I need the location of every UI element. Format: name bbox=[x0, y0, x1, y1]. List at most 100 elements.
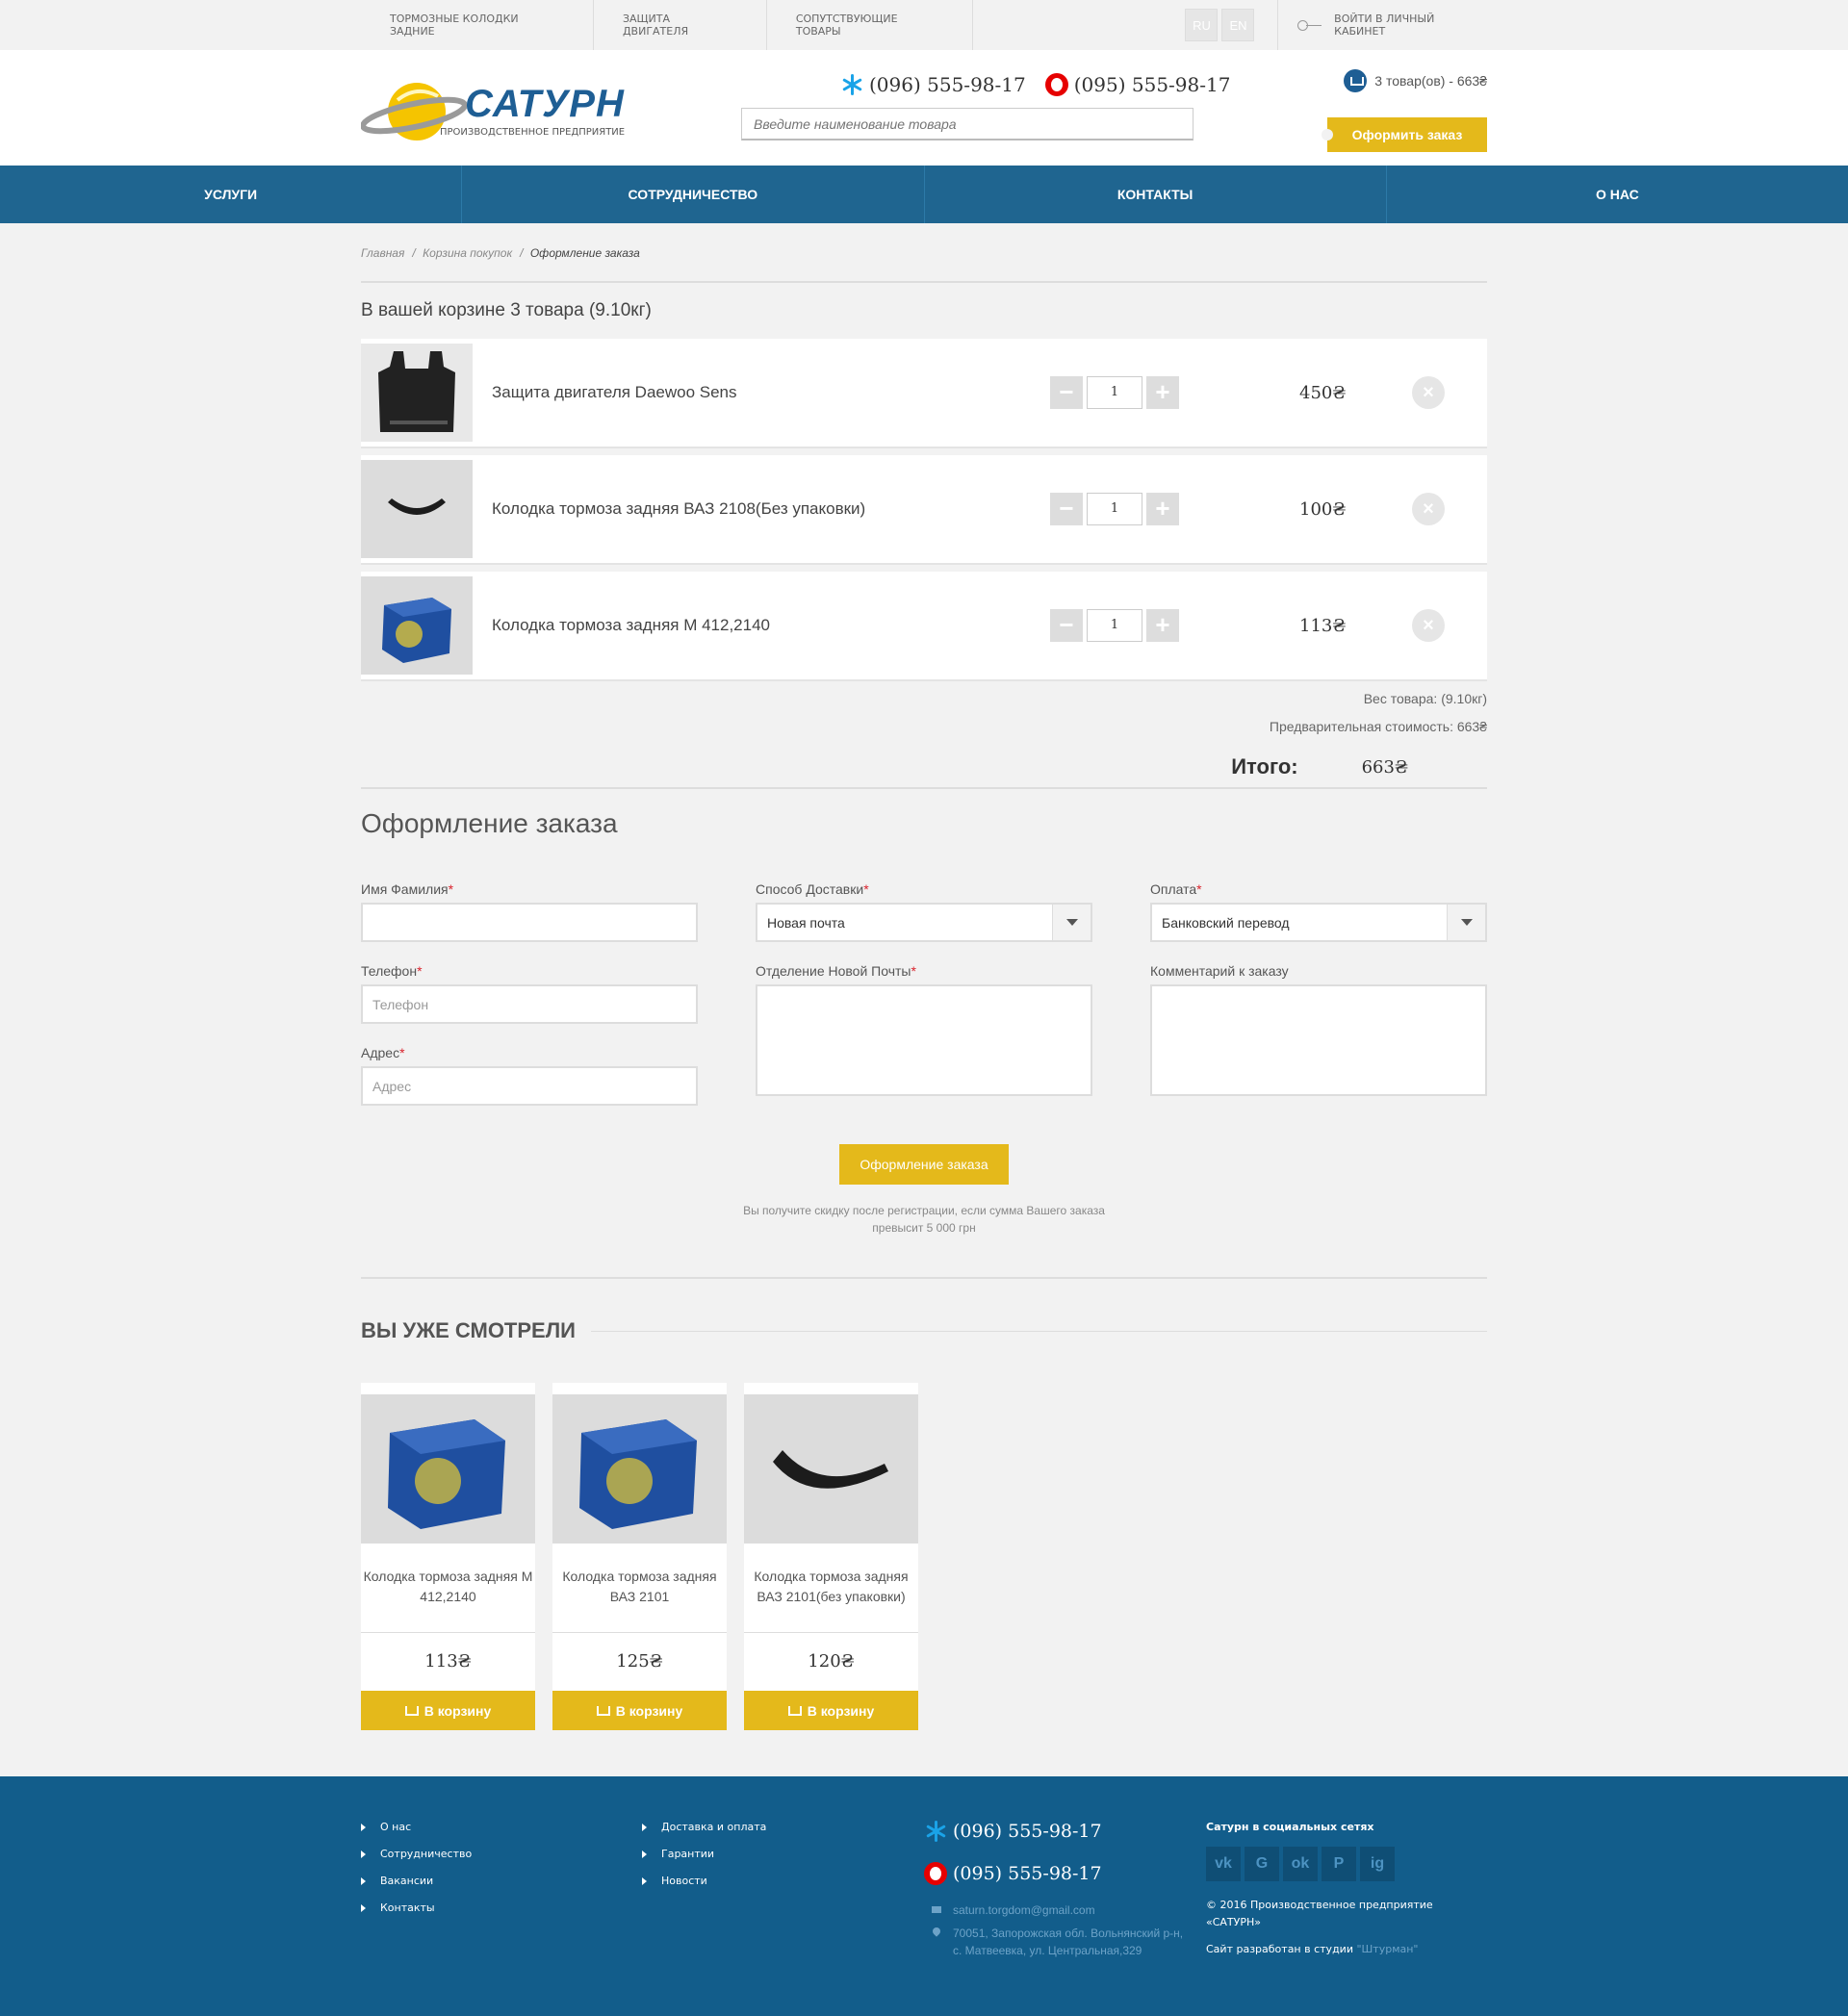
product-image[interactable] bbox=[361, 1394, 535, 1544]
product-name[interactable]: Колодка тормоза задняя М 412,2140 bbox=[361, 1544, 535, 1633]
header-checkout-button[interactable]: Оформить заказ bbox=[1322, 117, 1487, 152]
product-card: Колодка тормоза задняя ВАЗ 2101(без упак… bbox=[744, 1383, 918, 1730]
product-name[interactable]: Колодка тормоза задняя ВАЗ 2101 bbox=[552, 1544, 727, 1633]
chevron-down-icon bbox=[1052, 905, 1091, 940]
nav-services[interactable]: УСЛУГИ bbox=[0, 166, 463, 223]
phone-kyivstar-number: (096) 555-98-17 bbox=[869, 73, 1026, 96]
login-link[interactable]: ВОЙТИ В ЛИЧНЫЙ КАБИНЕТ bbox=[1277, 0, 1487, 50]
cart-item-name[interactable]: Колодка тормоза задняя М 412,2140 bbox=[492, 616, 770, 635]
login-label: ВОЙТИ В ЛИЧНЫЙ КАБИНЕТ bbox=[1334, 13, 1435, 38]
product-image[interactable] bbox=[744, 1394, 918, 1544]
lang-ru-button[interactable]: RU bbox=[1185, 9, 1219, 41]
qty-input[interactable]: 1 bbox=[1087, 609, 1142, 642]
add-to-cart-button[interactable]: В корзину bbox=[361, 1691, 535, 1730]
vodafone-icon bbox=[924, 1862, 947, 1885]
footer-phone-vodafone[interactable]: (095) 555-98-17 bbox=[924, 1859, 1184, 1888]
social-title: Сатурн в социальных сетях bbox=[1206, 1821, 1374, 1833]
pinterest-icon[interactable]: P bbox=[1322, 1847, 1356, 1881]
kyivstar-icon bbox=[840, 73, 863, 96]
instagram-icon[interactable]: ig bbox=[1360, 1847, 1395, 1881]
comment-textarea[interactable] bbox=[1150, 984, 1487, 1096]
phone-field[interactable]: Телефон bbox=[361, 984, 698, 1024]
address-field[interactable]: Адрес bbox=[361, 1066, 698, 1106]
top-link-accessories[interactable]: СОПУТСТВУЮЩИЕ ТОВАРЫ bbox=[767, 0, 974, 50]
branch-textarea[interactable] bbox=[756, 984, 1092, 1096]
search-input[interactable] bbox=[741, 108, 1194, 140]
vk-icon[interactable]: vk bbox=[1206, 1847, 1241, 1881]
quantity-stepper: − 1 + bbox=[1050, 493, 1179, 525]
top-link-brake-pads[interactable]: ТОРМОЗНЫЕ КОЛОДКИ ЗАДНИЕ bbox=[361, 0, 594, 50]
phone-label: Телефон* bbox=[361, 963, 423, 979]
qty-plus-button[interactable]: + bbox=[1146, 493, 1179, 525]
logo-subtitle: ПРОИЗВОДСТВЕННОЕ ПРЕДПРИЯТИЕ bbox=[440, 127, 626, 138]
footer-link-vacancies[interactable]: Вакансии bbox=[361, 1875, 472, 1889]
header-cart[interactable]: 3 товар(ов) - 663₴ bbox=[1344, 69, 1487, 92]
remove-item-button[interactable]: × bbox=[1412, 376, 1445, 409]
qty-input[interactable]: 1 bbox=[1087, 376, 1142, 409]
qty-minus-button[interactable]: − bbox=[1050, 376, 1083, 409]
google-icon[interactable]: G bbox=[1245, 1847, 1279, 1881]
product-thumbnail[interactable] bbox=[361, 344, 473, 442]
breadcrumb-cart[interactable]: Корзина покупок bbox=[423, 246, 512, 260]
cart-totals: Вес товара: (9.10кг) Предварительная сто… bbox=[361, 691, 1487, 734]
chevron-down-icon bbox=[1447, 905, 1485, 940]
phone-vodafone[interactable]: (095) 555-98-17 bbox=[1044, 73, 1230, 96]
quantity-stepper: − 1 + bbox=[1050, 376, 1179, 409]
qty-plus-button[interactable]: + bbox=[1146, 376, 1179, 409]
nav-contacts[interactable]: КОНТАКТЫ bbox=[925, 166, 1387, 223]
submit-order-button[interactable]: Оформление заказа bbox=[839, 1144, 1009, 1185]
footer-link-cooperation[interactable]: Сотрудничество bbox=[361, 1848, 472, 1862]
cart-item-name[interactable]: Колодка тормоза задняя ВАЗ 2108(Без упак… bbox=[492, 499, 865, 519]
footer-link-guarantees[interactable]: Гарантии bbox=[642, 1848, 766, 1862]
header-phones: (096) 555-98-17 (095) 555-98-17 bbox=[840, 73, 1230, 96]
product-name[interactable]: Колодка тормоза задняя ВАЗ 2101(без упак… bbox=[744, 1544, 918, 1633]
top-link-engine-guard[interactable]: ЗАЩИТА ДВИГАТЕЛЯ bbox=[594, 0, 767, 50]
logo[interactable]: САТУРН ПРОИЗВОДСТВЕННОЕ ПРЕДПРИЯТИЕ bbox=[360, 71, 630, 148]
cart-icon bbox=[596, 1705, 610, 1716]
remove-item-button[interactable]: × bbox=[1412, 493, 1445, 525]
footer-link-about[interactable]: О нас bbox=[361, 1821, 472, 1835]
name-label: Имя Фамилия* bbox=[361, 881, 454, 897]
footer-link-contacts[interactable]: Контакты bbox=[361, 1901, 472, 1916]
breadcrumb-home[interactable]: Главная bbox=[361, 246, 404, 260]
footer-link-delivery[interactable]: Доставка и оплата bbox=[642, 1821, 766, 1835]
cart-row: Колодка тормоза задняя М 412,2140 − 1 + … bbox=[361, 572, 1487, 681]
phone-kyivstar[interactable]: (096) 555-98-17 bbox=[840, 73, 1026, 96]
cart-row: Колодка тормоза задняя ВАЗ 2108(Без упак… bbox=[361, 455, 1487, 565]
developer-link[interactable]: "Штурман" bbox=[1356, 1943, 1418, 1955]
qty-plus-button[interactable]: + bbox=[1146, 609, 1179, 642]
payment-value: Банковский перевод bbox=[1162, 914, 1290, 931]
payment-select[interactable]: Банковский перевод bbox=[1150, 903, 1487, 942]
qty-input[interactable]: 1 bbox=[1087, 493, 1142, 525]
total-label: Итого: bbox=[1231, 754, 1298, 778]
odnoklassniki-icon[interactable]: ok bbox=[1283, 1847, 1318, 1881]
cart-icon bbox=[787, 1705, 802, 1716]
remove-item-button[interactable]: × bbox=[1412, 609, 1445, 642]
product-image[interactable] bbox=[552, 1394, 727, 1544]
developer-text: Сайт разработан в студии bbox=[1206, 1943, 1353, 1955]
delivery-select[interactable]: Новая почта bbox=[756, 903, 1092, 942]
form-column-payment: Оплата* Банковский перевод Комментарий к… bbox=[1150, 876, 1487, 1127]
footer-link-news[interactable]: Новости bbox=[642, 1875, 766, 1889]
product-price: 120₴ bbox=[808, 1651, 855, 1671]
vodafone-icon bbox=[1044, 73, 1068, 96]
nav-about[interactable]: О НАС bbox=[1387, 166, 1848, 223]
address-label: Адрес* bbox=[361, 1045, 405, 1060]
footer-contacts: (096) 555-98-17 (095) 555-98-17 saturn.t… bbox=[924, 1817, 1184, 1959]
qty-minus-button[interactable]: − bbox=[1050, 609, 1083, 642]
product-thumbnail[interactable] bbox=[361, 460, 473, 558]
footer-email[interactable]: saturn.torgdom@gmail.com bbox=[924, 1901, 1184, 1919]
nav-cooperation[interactable]: СОТРУДНИЧЕСТВО bbox=[462, 166, 925, 223]
product-thumbnail[interactable] bbox=[361, 576, 473, 675]
site-footer: О нас Сотрудничество Вакансии Контакты Д… bbox=[0, 1776, 1848, 2016]
qty-minus-button[interactable]: − bbox=[1050, 493, 1083, 525]
footer-phone-kyivstar[interactable]: (096) 555-98-17 bbox=[924, 1817, 1184, 1846]
product-card: Колодка тормоза задняя М 412,2140 113₴ В… bbox=[361, 1383, 535, 1730]
add-to-cart-button[interactable]: В корзину bbox=[744, 1691, 918, 1730]
add-to-cart-button[interactable]: В корзину bbox=[552, 1691, 727, 1730]
name-field[interactable] bbox=[361, 903, 698, 942]
lang-en-button[interactable]: EN bbox=[1221, 9, 1255, 41]
breadcrumb-separator: / bbox=[412, 246, 416, 260]
key-icon bbox=[1297, 20, 1322, 31]
cart-item-name[interactable]: Защита двигателя Daewoo Sens bbox=[492, 383, 737, 402]
